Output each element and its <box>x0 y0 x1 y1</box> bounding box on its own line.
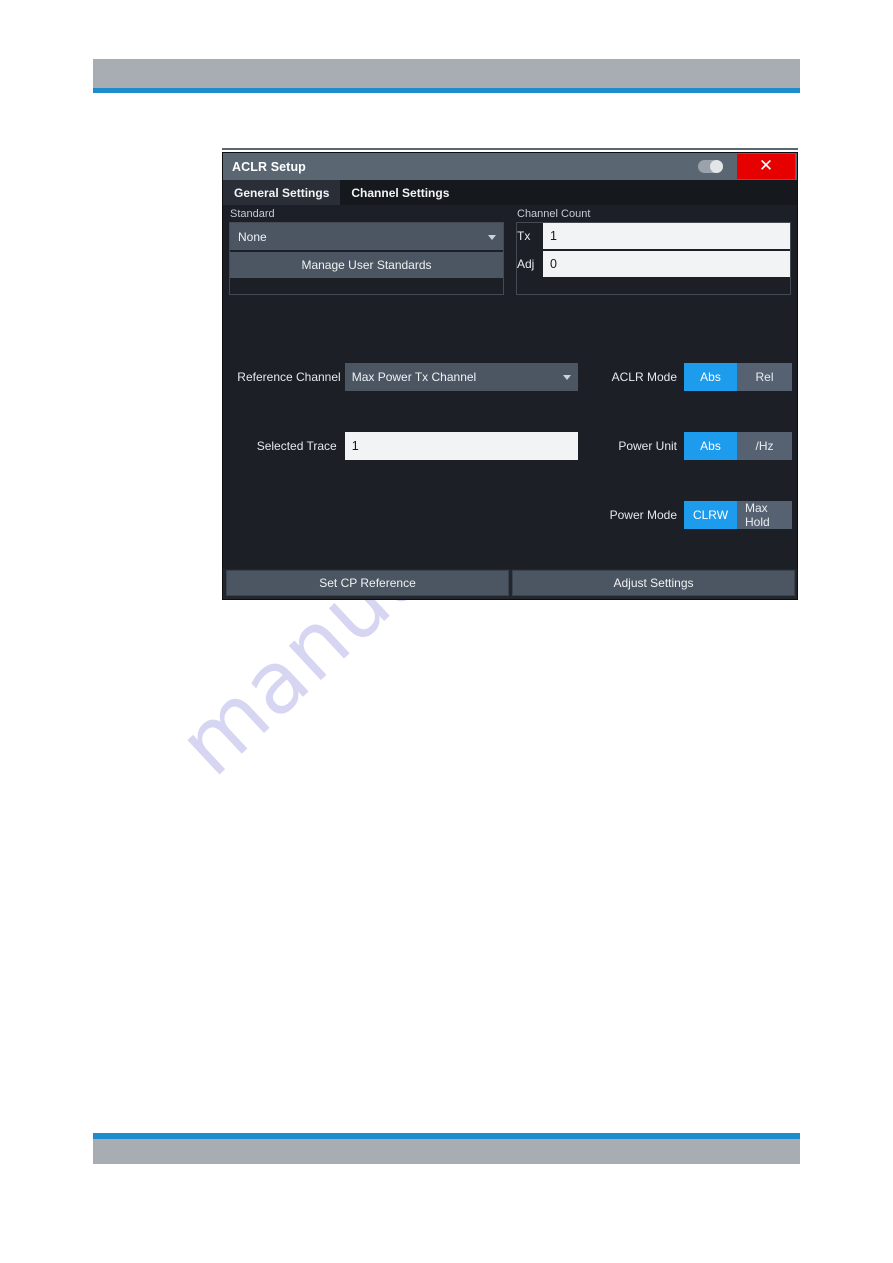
standard-group-content: None Manage User Standards <box>223 223 510 278</box>
tx-row: Tx 1 <box>517 223 790 249</box>
dialog-body: Standard None Manage User Standards Chan… <box>223 205 797 569</box>
tab-general-settings-label: General Settings <box>234 185 330 200</box>
dialog-top-edge <box>222 148 798 150</box>
power-mode-option-clrw-label: CLRW <box>692 508 729 522</box>
channel-count-group-content: Tx 1 Adj 0 <box>510 223 797 277</box>
groups-row: Standard None Manage User Standards Chan… <box>223 205 797 295</box>
power-mode-label: Power Mode <box>609 508 677 522</box>
tab-channel-settings[interactable]: Channel Settings <box>340 180 461 205</box>
power-mode-option-clrw[interactable]: CLRW <box>684 501 737 529</box>
page-header-rule <box>93 88 800 93</box>
reference-channel-value: Max Power Tx Channel <box>351 370 477 384</box>
aclr-mode-option-rel-label: Rel <box>755 370 774 384</box>
power-unit-option-abs-label: Abs <box>700 439 721 453</box>
aclr-mode-option-abs[interactable]: Abs <box>684 363 737 391</box>
power-unit-option-hz[interactable]: /Hz <box>737 432 792 460</box>
power-unit-segmented-control: Abs /Hz <box>684 432 792 460</box>
titlebar-controls: ✕ <box>698 153 797 180</box>
aclr-setup-dialog: ACLR Setup ✕ General Settings Channel Se… <box>222 152 798 600</box>
channel-count-group-label: Channel Count <box>517 208 591 220</box>
aclr-mode-label: ACLR Mode <box>611 370 677 384</box>
standard-combo[interactable]: None <box>230 223 503 250</box>
tx-input[interactable]: 1 <box>543 223 790 249</box>
tab-general-settings[interactable]: General Settings <box>223 180 341 205</box>
manage-user-standards-button[interactable]: Manage User Standards <box>230 252 503 278</box>
adjust-settings-label: Adjust Settings <box>613 576 694 590</box>
reference-channel-combo[interactable]: Max Power Tx Channel <box>344 363 578 391</box>
tx-value: 1 <box>550 229 557 243</box>
power-mode-segmented-control: CLRW Max Hold <box>684 501 792 529</box>
power-unit-option-abs[interactable]: Abs <box>684 432 737 460</box>
standard-group: Standard None Manage User Standards <box>223 205 510 295</box>
power-mode-row: Power Mode CLRW Max Hold <box>610 501 792 529</box>
standard-group-label: Standard <box>230 208 275 220</box>
power-unit-label: Power Unit <box>618 439 677 453</box>
tx-label: Tx <box>517 229 531 243</box>
reference-channel-row: Reference Channel Max Power Tx Channel <box>232 363 578 391</box>
aclr-mode-option-rel[interactable]: Rel <box>737 363 792 391</box>
adj-value: 0 <box>550 257 557 271</box>
chevron-down-icon <box>488 234 496 240</box>
selected-trace-input[interactable]: 1 <box>344 432 578 460</box>
power-mode-option-max-hold[interactable]: Max Hold <box>737 501 792 529</box>
aclr-mode-option-abs-label: Abs <box>700 370 721 384</box>
selected-trace-label: Selected Trace <box>256 439 337 453</box>
aclr-mode-row: ACLR Mode Abs Rel <box>612 363 792 391</box>
manage-user-standards-label: Manage User Standards <box>301 258 432 272</box>
set-cp-reference-button[interactable]: Set CP Reference <box>226 570 509 596</box>
adj-input[interactable]: 0 <box>543 251 790 277</box>
aclr-mode-segmented-control: Abs Rel <box>684 363 792 391</box>
close-icon: ✕ <box>758 156 774 176</box>
dialog-title: ACLR Setup <box>232 159 306 174</box>
close-button[interactable]: ✕ <box>737 154 795 179</box>
power-unit-option-hz-label: /Hz <box>755 439 774 453</box>
lower-controls-area: Reference Channel Max Power Tx Channel A… <box>223 289 797 561</box>
power-unit-row: Power Unit Abs /Hz <box>618 432 792 460</box>
chevron-down-icon <box>563 375 571 380</box>
standard-combo-value: None <box>238 229 267 244</box>
tab-strip: General Settings Channel Settings <box>223 180 797 205</box>
selected-trace-row: Selected Trace 1 <box>232 432 578 460</box>
power-mode-option-max-hold-label: Max Hold <box>745 501 770 529</box>
dialog-titlebar: ACLR Setup ✕ <box>223 153 797 180</box>
selected-trace-value: 1 <box>351 439 359 453</box>
tab-channel-settings-label: Channel Settings <box>351 185 450 200</box>
on-off-toggle[interactable] <box>698 160 723 173</box>
reference-channel-label: Reference Channel <box>237 370 341 384</box>
set-cp-reference-label: Set CP Reference <box>319 576 416 590</box>
adjust-settings-button[interactable]: Adjust Settings <box>512 570 795 596</box>
dialog-footer-buttons: Set CP Reference Adjust Settings <box>223 569 797 599</box>
page-footer-bar <box>93 1139 800 1164</box>
page-header-bar <box>93 59 800 88</box>
channel-count-group: Channel Count Tx 1 Adj 0 <box>510 205 797 295</box>
adj-label: Adj <box>517 257 535 271</box>
adj-row: Adj 0 <box>517 251 790 277</box>
